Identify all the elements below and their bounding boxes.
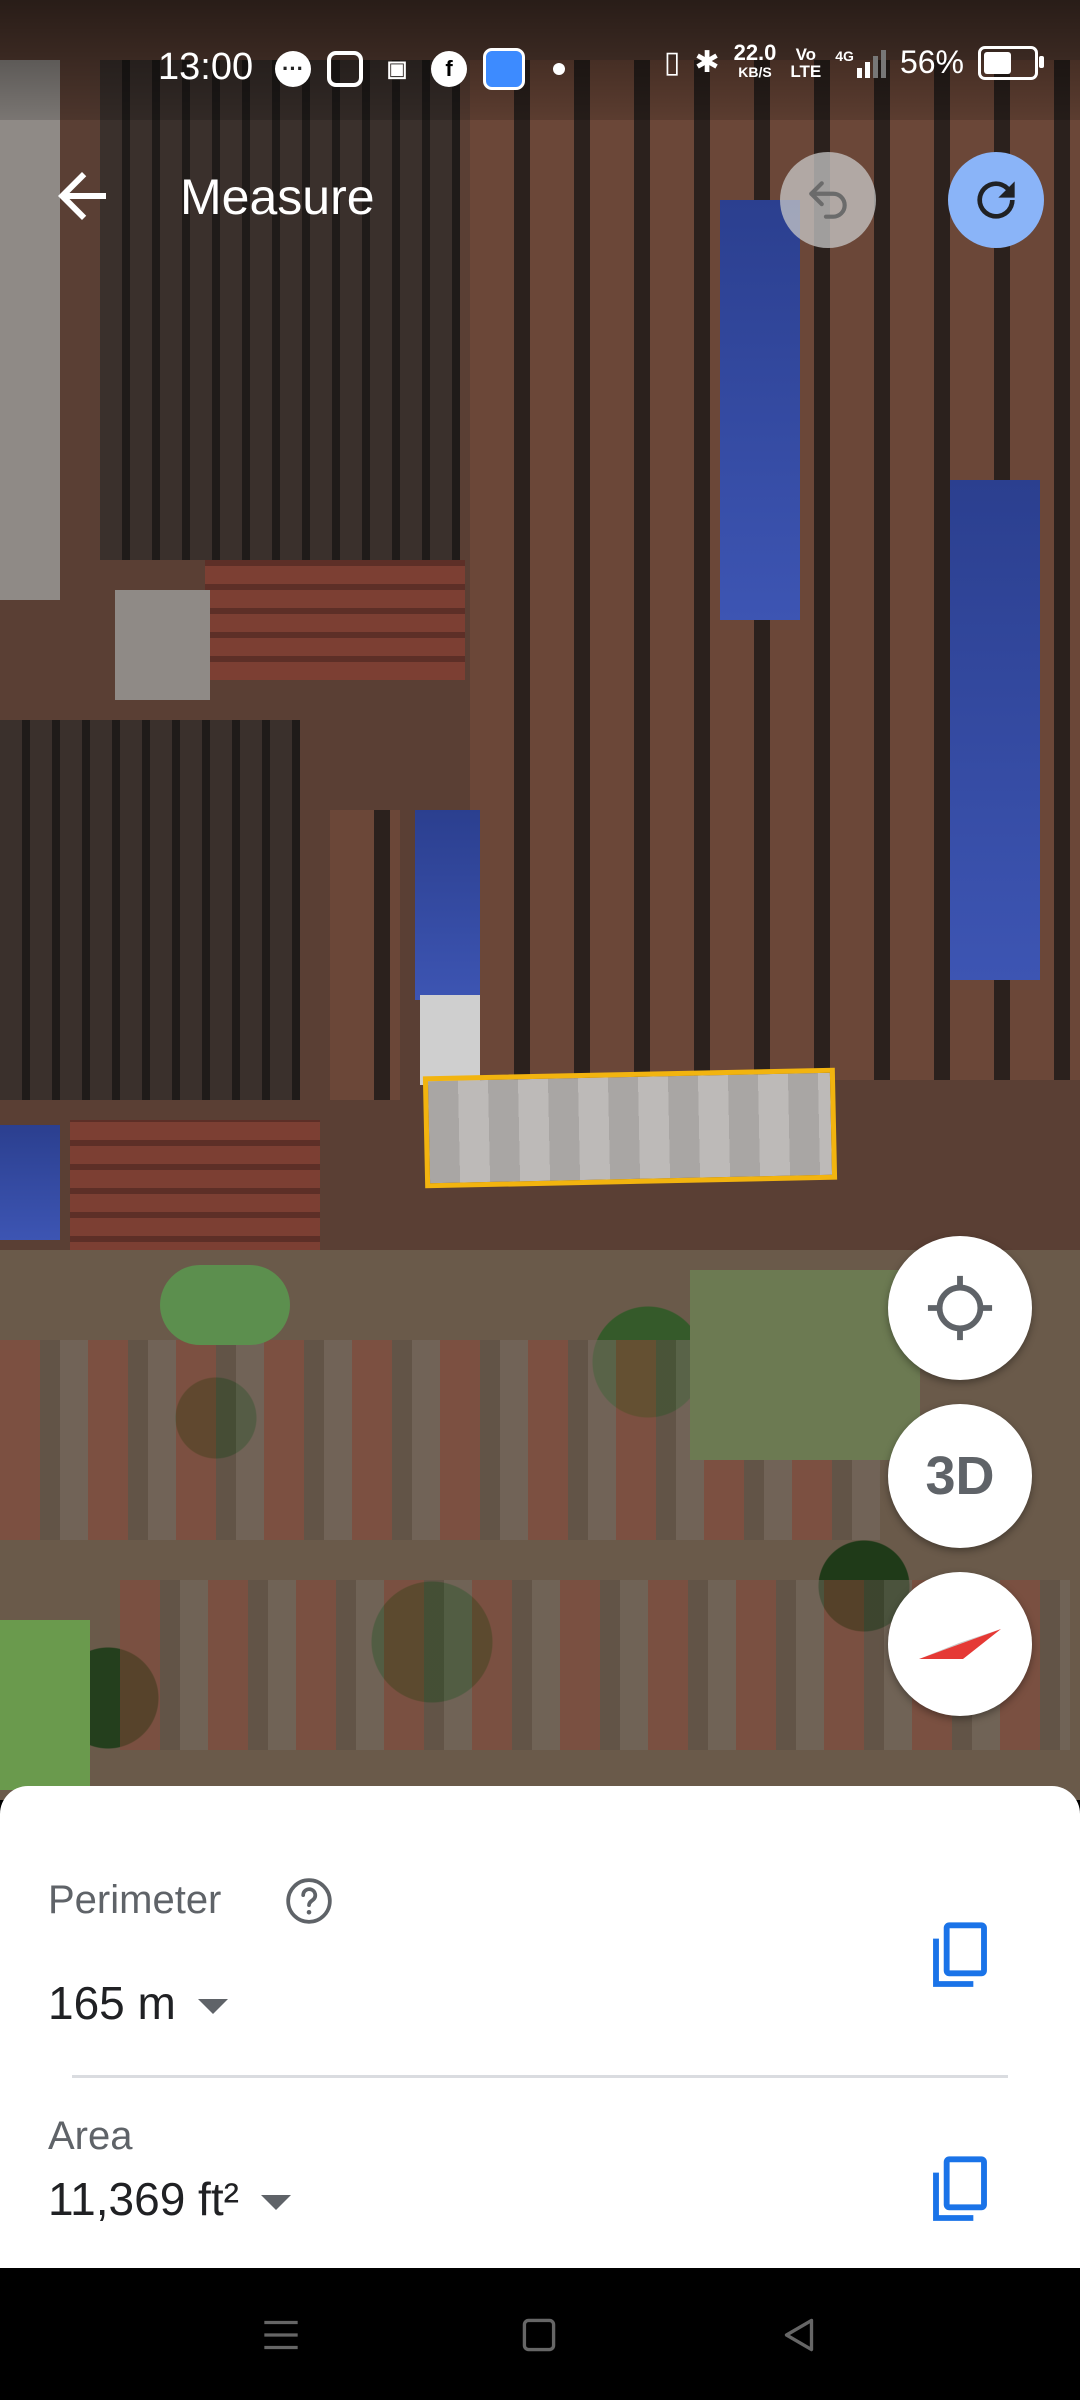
network-type: 4G [835,47,854,64]
undo-button[interactable] [780,152,876,248]
map-building [115,590,210,700]
measurement-sheet: Perimeter 165 m Area 11,369 ft² [0,1786,1080,2268]
help-button[interactable] [284,1876,334,1926]
arrow-back-icon [58,172,106,220]
facebook-icon: f [431,51,467,87]
refresh-button[interactable] [948,152,1044,248]
back-button[interactable] [46,160,118,232]
home-button[interactable] [514,2310,564,2360]
compass-icon [919,1629,1001,1659]
notification-icons: ··· ▣ f [275,48,565,90]
map-building [950,480,1040,980]
map-pond [160,1265,290,1345]
area-label: Area [48,2114,133,2158]
vibrate-icon: ▯ [663,46,681,79]
net-speed: 22.0 KB/S [734,42,777,81]
map-building [330,810,400,1100]
status-right: ▯ ✱ 22.0 KB/S Vo LTE 4G 56% [663,42,1044,81]
map-building [0,60,60,600]
perimeter-value: 165 m [48,1977,176,2029]
navigation-bar [0,2268,1080,2400]
battery-percent: 56% [899,44,964,80]
back-nav-button[interactable] [774,2310,824,2360]
instagram-icon [327,51,363,87]
battery-icon [978,45,1044,80]
measured-area-polygon[interactable] [422,1067,838,1189]
map-building [420,995,480,1085]
recents-button[interactable] [256,2310,306,2360]
map-building [0,1125,60,1240]
map-building [720,200,800,620]
chat-icon: ··· [275,51,311,87]
map-building [0,720,300,1100]
area-value: 11,369 ft² [48,2173,239,2225]
app-icon [483,48,525,90]
dropdown-arrow-icon [197,1998,228,2014]
page-title: Measure [180,169,375,225]
bluetooth-icon: ✱ [694,46,720,79]
map-building [205,560,465,680]
signal-icon: 4G [835,48,886,78]
copy-icon [933,1922,987,1987]
notification-icon: ▣ [386,56,408,81]
area-unit-dropdown[interactable]: 11,369 ft² [48,2172,291,2226]
dropdown-arrow-icon [260,2194,291,2210]
copy-perimeter-button[interactable] [928,1920,992,1992]
my-location-button[interactable] [888,1236,1032,1380]
my-location-icon [927,1275,993,1341]
home-icon [522,2318,556,2352]
undo-icon [809,181,847,219]
net-speed-unit: KB/S [738,64,772,80]
copy-area-button[interactable] [928,2154,992,2226]
divider [72,2075,1008,2078]
menu-icon [264,2320,298,2350]
volte-bottom: LTE [790,61,822,81]
map-field [0,1620,90,1790]
volte-indicator: Vo LTE [790,46,821,80]
compass-button[interactable] [888,1572,1032,1716]
copy-icon [933,2156,987,2221]
back-triangle-icon [784,2318,814,2352]
3d-label: 3D [925,1446,995,1506]
map-field [690,1270,920,1460]
3d-toggle-button[interactable]: 3D [888,1404,1032,1548]
help-icon [286,1878,332,1924]
perimeter-label: Perimeter [48,1878,222,1922]
map-building [70,1120,320,1260]
status-time: 13:00 [158,46,254,88]
map-building [100,60,460,560]
map-building [415,810,480,1000]
status-bar: 13:00 ··· ▣ f ▯ ✱ 22.0 KB/S Vo LTE 4G 56… [0,0,1080,120]
dot-icon [553,63,565,75]
refresh-icon [977,181,1015,219]
net-speed-value: 22.0 [733,40,777,65]
perimeter-unit-dropdown[interactable]: 165 m [48,1976,228,2030]
